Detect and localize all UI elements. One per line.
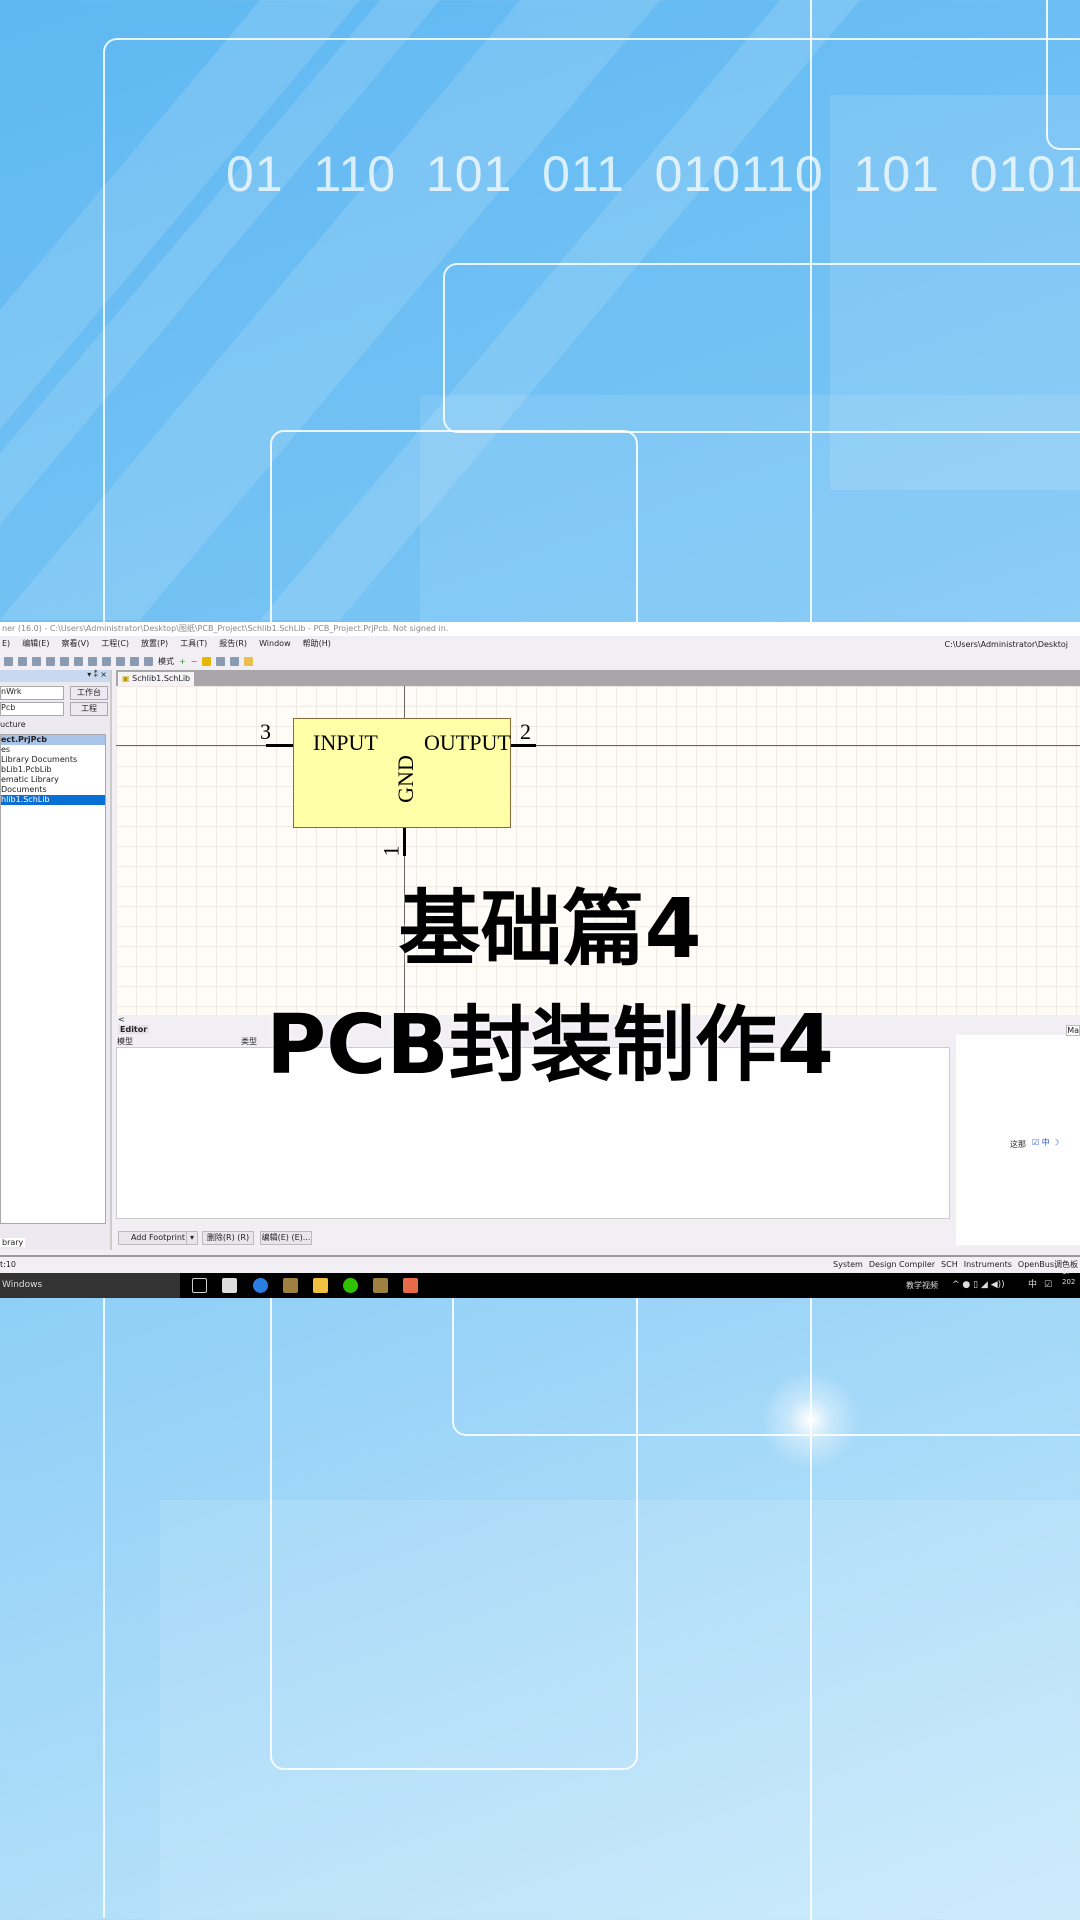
ime-icons[interactable]: ☑ 中 ☽ [1032,1137,1059,1148]
clock-time: 1! [1062,1268,1070,1276]
altium-icon[interactable] [283,1278,298,1293]
panel-instruments[interactable]: Instruments [964,1257,1012,1273]
tree-item[interactable]: es [1,745,105,755]
component-icon[interactable] [202,656,212,666]
tree-item[interactable]: ematic Library Documents [1,775,105,795]
workspace-select[interactable]: nWrk [0,686,64,700]
clock-date: 202 [1062,1278,1076,1286]
bg-frame [1046,0,1080,150]
menu-window[interactable]: Window [259,636,291,652]
tree-item[interactable]: Library Documents [1,755,105,765]
path-box[interactable]: C:\Users\Administrator\Desktoj [945,637,1068,653]
zoom-out-icon[interactable] [46,656,55,666]
select-icon[interactable] [102,656,111,666]
toolbar: 模式 + − [0,652,1080,670]
tab-schlib[interactable]: ▣ Schlib1.SchLib [118,672,195,686]
paste-icon[interactable] [88,656,97,666]
tray-text[interactable]: 教学视频 [906,1273,938,1298]
menu-view[interactable]: 察看(V) [61,636,89,652]
menu-tools[interactable]: 工具(T) [180,636,207,652]
tab-label: Schlib1.SchLib [132,674,191,683]
menu-place[interactable]: 放置(P) [141,636,168,652]
remove-icon[interactable]: − [191,657,198,666]
zoom-in-icon[interactable] [32,656,41,666]
file-explorer-icon[interactable] [313,1278,328,1293]
menu-bar: E) 编辑(E) 察看(V) 工程(C) 放置(P) 工具(T) 报告(R) W… [0,636,1080,652]
panel-header: ▾ ⁑ × [0,670,110,682]
move-icon[interactable] [116,656,125,666]
project-field[interactable]: Pcb [0,702,64,716]
mode-dropdown[interactable]: 模式 [158,656,174,667]
panel-sch[interactable]: SCH [941,1257,958,1273]
tree-item[interactable]: bLib1.PcbLib [1,765,105,775]
gnd-label: GND [392,755,418,803]
add-icon[interactable]: + [179,657,186,666]
lens-flare [760,1370,860,1470]
notification-icon[interactable]: ☑ [1044,1273,1052,1298]
grid-icon[interactable] [230,656,240,666]
menu-reports[interactable]: 报告(R) [219,636,247,652]
cut-icon[interactable] [60,656,69,666]
clock[interactable]: 1! 202 [1062,1267,1075,1287]
document-tabs: ▣ Schlib1.SchLib [116,670,1080,686]
overlay-title-line2: PCB封装制作4 [266,998,834,1093]
menu-file[interactable]: E) [2,636,10,652]
tree-item[interactable]: hlib1.SchLib [1,795,105,805]
taskbar-search[interactable]: Windows [0,1273,180,1298]
windows-taskbar: Windows 教学视频 ^ ● ▯ ◢ ◀)) 中 ☑ 1! 202 [0,1268,1080,1298]
workspace-button[interactable]: 工作台 [70,686,108,700]
panel-system[interactable]: System [833,1257,863,1273]
wire-horizontal [116,745,1080,746]
status-bar: t:10 System Design Compiler SCH Instrume… [0,1255,1080,1273]
window-title: ner (16.0) - C:\Users\Administrator\Desk… [0,622,1080,636]
folder-icon[interactable] [244,656,254,666]
binary-decoration: 01 110 101 011 010110 101 0101 [226,146,1080,202]
structure-label: ucture [0,720,26,729]
input-label: INPUT [313,730,378,755]
output-label: OUTPUT [424,730,511,755]
task-view-icon[interactable] [192,1278,207,1293]
calculator-icon[interactable] [222,1278,237,1293]
wire-icon[interactable] [216,656,226,666]
pin-3-number: 3 [260,719,271,744]
menu-edit[interactable]: 编辑(E) [22,636,49,652]
tree-item[interactable]: ect.PrjPcb [1,735,105,745]
redo-icon[interactable] [144,656,153,666]
undo-icon[interactable] [130,656,139,666]
panel-design-compiler[interactable]: Design Compiler [869,1257,935,1273]
bg-frame [443,263,1080,433]
edit-button[interactable]: 编辑(E) (E)... [260,1231,312,1245]
pin-2-number: 2 [520,719,531,744]
pin-1-number: 1 [378,845,404,857]
project-button[interactable]: 工程 [70,702,108,716]
powerpoint-icon[interactable] [403,1278,418,1293]
menu-project[interactable]: 工程(C) [101,636,129,652]
overlay-title-line1: 基础篇4 [398,882,702,977]
tray-icons[interactable]: ^ ● ▯ ◢ ◀)) [952,1273,1005,1298]
save-icon[interactable] [4,656,13,666]
status-left: t:10 [0,1260,17,1269]
status-panels: System Design Compiler SCH Instruments O… [833,1257,1078,1273]
ime-label: 这那 [1010,1140,1026,1149]
add-footprint-dropdown[interactable]: ▾ [186,1231,198,1245]
schlib-icon: ▣ [122,674,133,683]
delete-button[interactable]: 删除(R) (R) [202,1231,254,1245]
library-tab[interactable]: brary [0,1238,26,1247]
altium-icon-2[interactable] [373,1278,388,1293]
menu-help[interactable]: 帮助(H) [303,636,331,652]
wechat-icon[interactable] [343,1278,358,1293]
ime-indicator[interactable]: 中 [1028,1273,1037,1298]
app-k-icon[interactable] [253,1278,268,1293]
copy-icon[interactable] [74,656,83,666]
open-icon[interactable] [18,656,27,666]
